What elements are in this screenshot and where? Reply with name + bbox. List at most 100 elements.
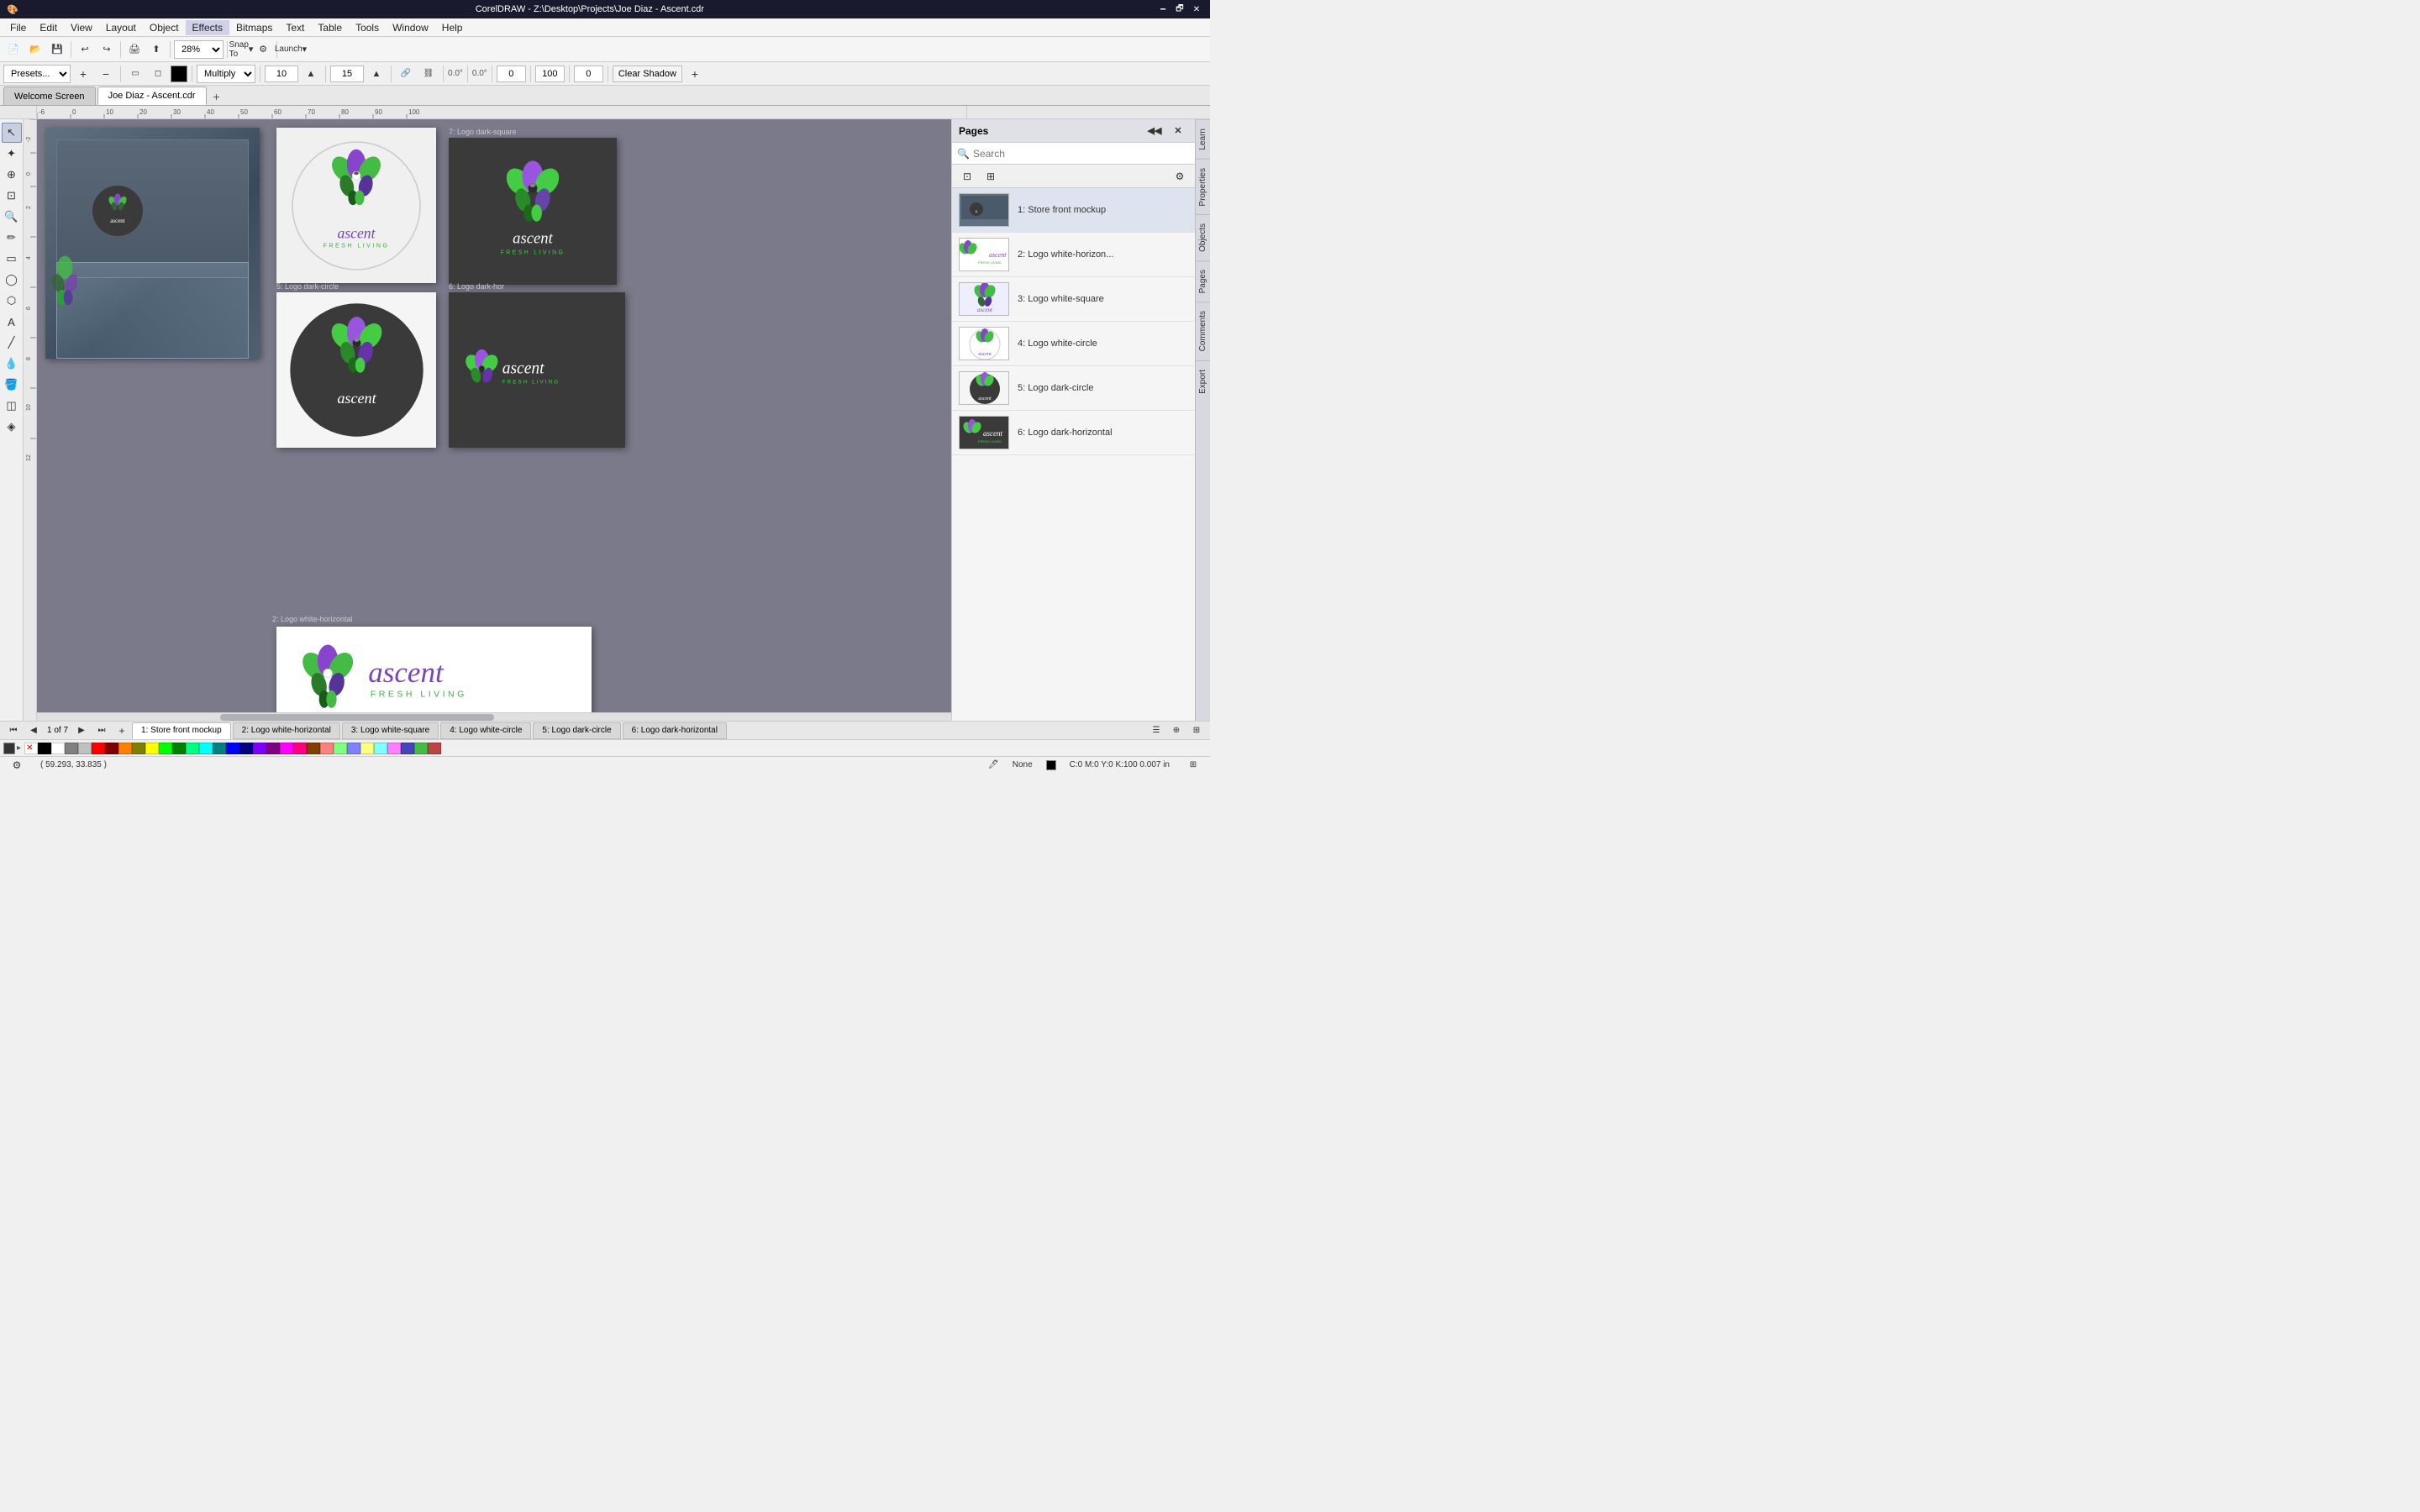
swatch-brand-red[interactable]: [428, 743, 441, 754]
menu-text[interactable]: Text: [279, 20, 311, 35]
page-tab-3[interactable]: 3: Logo white-square: [342, 722, 439, 739]
page-list-button[interactable]: ☰: [1146, 721, 1166, 739]
export-button[interactable]: ⬆: [146, 39, 166, 60]
scale-input[interactable]: [535, 66, 565, 82]
remove-preset-button[interactable]: −: [96, 64, 116, 84]
save-button[interactable]: 💾: [47, 39, 67, 60]
x-coord-input[interactable]: [497, 66, 526, 82]
redo-button[interactable]: ↪: [97, 39, 117, 60]
shadow-tool[interactable]: ◫: [2, 396, 22, 416]
swatch-light-yellow[interactable]: [360, 743, 374, 754]
page-nav-first[interactable]: ⏮: [3, 721, 24, 739]
menu-help[interactable]: Help: [435, 20, 470, 35]
comments-tab[interactable]: Comments: [1196, 302, 1210, 360]
swatch-lime[interactable]: [159, 743, 172, 754]
page-view-single[interactable]: ⊡: [957, 166, 977, 186]
color-swatch[interactable]: [171, 66, 187, 82]
page-tab-1[interactable]: 1: Store front mockup: [132, 722, 231, 739]
rectangle-tool[interactable]: ▭: [2, 249, 22, 269]
page-add-button[interactable]: +: [112, 721, 132, 739]
shadow-contour-button[interactable]: ◻: [148, 64, 168, 84]
swatch-none[interactable]: ✕: [24, 743, 38, 754]
menu-edit[interactable]: Edit: [33, 20, 64, 35]
swatch-light-blue[interactable]: [347, 743, 360, 754]
text-tool[interactable]: A: [2, 312, 22, 332]
blend-mode-dropdown[interactable]: MultiplyNormal: [197, 65, 255, 83]
menu-effects[interactable]: Effects: [186, 20, 229, 35]
page-nav-last[interactable]: ⏭: [92, 721, 112, 739]
swatch-mint[interactable]: [186, 743, 199, 754]
tab-welcome[interactable]: Welcome Screen: [3, 87, 96, 105]
objects-tab[interactable]: Objects: [1196, 214, 1210, 260]
snap-to-button[interactable]: Snap To▾: [231, 39, 251, 60]
page-tab-4[interactable]: 4: Logo white-circle: [440, 722, 531, 739]
page-tab-5[interactable]: 5: Logo dark-circle: [533, 722, 620, 739]
swatch-orange[interactable]: [118, 743, 132, 754]
learn-tab[interactable]: Learn: [1196, 119, 1210, 159]
swatch-magenta[interactable]: [280, 743, 293, 754]
eyedropper-tool[interactable]: 💧: [2, 354, 22, 374]
presets-dropdown[interactable]: Presets...: [3, 65, 71, 83]
fill-color-indicator[interactable]: [3, 743, 15, 754]
page-item-1[interactable]: A 1: Store front mockup: [952, 188, 1195, 233]
clear-shadow-button[interactable]: Clear Shadow: [613, 66, 682, 82]
new-button[interactable]: 📄: [3, 39, 24, 60]
swatch-green[interactable]: [172, 743, 186, 754]
properties-tab[interactable]: Properties: [1196, 159, 1210, 215]
minimize-button[interactable]: 🗕: [1156, 3, 1170, 16]
pages-expand-button[interactable]: ◀◀: [1144, 121, 1165, 141]
swatch-light-magenta[interactable]: [387, 743, 401, 754]
page-item-2[interactable]: ascent FRESH LIVING 2: Logo white-horizo…: [952, 233, 1195, 277]
swatch-brand-green[interactable]: [414, 743, 428, 754]
swatch-maroon[interactable]: [105, 743, 118, 754]
page-nav-prev[interactable]: ◀: [24, 721, 44, 739]
swatch-silver[interactable]: [78, 743, 92, 754]
tab-file[interactable]: Joe Diaz - Ascent.cdr: [97, 87, 207, 105]
close-button[interactable]: ✕: [1190, 3, 1203, 16]
shadow-flat-button[interactable]: ▭: [125, 64, 145, 84]
y-coord-input[interactable]: [574, 66, 603, 82]
swatch-light-red[interactable]: [320, 743, 334, 754]
swatch-pink[interactable]: [293, 743, 307, 754]
settings-button[interactable]: ⚙: [253, 39, 273, 60]
swatch-blue[interactable]: [226, 743, 239, 754]
page-item-3[interactable]: ascent 3: Logo white-square: [952, 277, 1195, 322]
export-tab[interactable]: Export: [1196, 360, 1210, 402]
launch-button[interactable]: Launch ▾: [281, 39, 301, 60]
swatch-brand-blue[interactable]: [401, 743, 414, 754]
add-prop-button[interactable]: +: [685, 64, 705, 84]
pages-search-input[interactable]: [973, 148, 1190, 160]
blur-up[interactable]: ▲: [301, 64, 321, 84]
add-preset-button[interactable]: +: [73, 64, 93, 84]
swatch-white[interactable]: [51, 743, 65, 754]
zoom-in-button[interactable]: ⊕: [1166, 721, 1186, 739]
swatch-navy[interactable]: [239, 743, 253, 754]
swatch-cyan[interactable]: [199, 743, 213, 754]
zoom-tool[interactable]: 🔍: [2, 207, 22, 227]
swatch-light-cyan[interactable]: [374, 743, 387, 754]
scrollbar-horizontal[interactable]: [37, 712, 951, 721]
print-button[interactable]: 🖨: [124, 39, 145, 60]
swatch-violet[interactable]: [253, 743, 266, 754]
tab-add-button[interactable]: +: [208, 88, 225, 105]
line-tool[interactable]: ╱: [2, 333, 22, 353]
swatch-gray[interactable]: [65, 743, 78, 754]
canvas-area[interactable]: ascent: [37, 119, 951, 721]
swatch-black[interactable]: [38, 743, 51, 754]
unlink-button[interactable]: ⛓: [418, 64, 439, 84]
transform-tool[interactable]: ⊕: [2, 165, 22, 185]
scrollbar-h-thumb[interactable]: [220, 714, 494, 721]
swatch-olive[interactable]: [132, 743, 145, 754]
open-button[interactable]: 📂: [25, 39, 45, 60]
page-tab-2[interactable]: 2: Logo white-horizontal: [233, 722, 340, 739]
swatch-light-green[interactable]: [334, 743, 347, 754]
opacity-input[interactable]: [330, 66, 364, 82]
pages-close-button[interactable]: ✕: [1168, 121, 1188, 141]
swatch-yellow[interactable]: [145, 743, 159, 754]
undo-button[interactable]: ↩: [75, 39, 95, 60]
page-view-multi[interactable]: ⊞: [981, 166, 1001, 186]
polygon-tool[interactable]: ⬡: [2, 291, 22, 311]
swatch-brown[interactable]: [307, 743, 320, 754]
menu-object[interactable]: Object: [143, 20, 186, 35]
menu-layout[interactable]: Layout: [99, 20, 143, 35]
